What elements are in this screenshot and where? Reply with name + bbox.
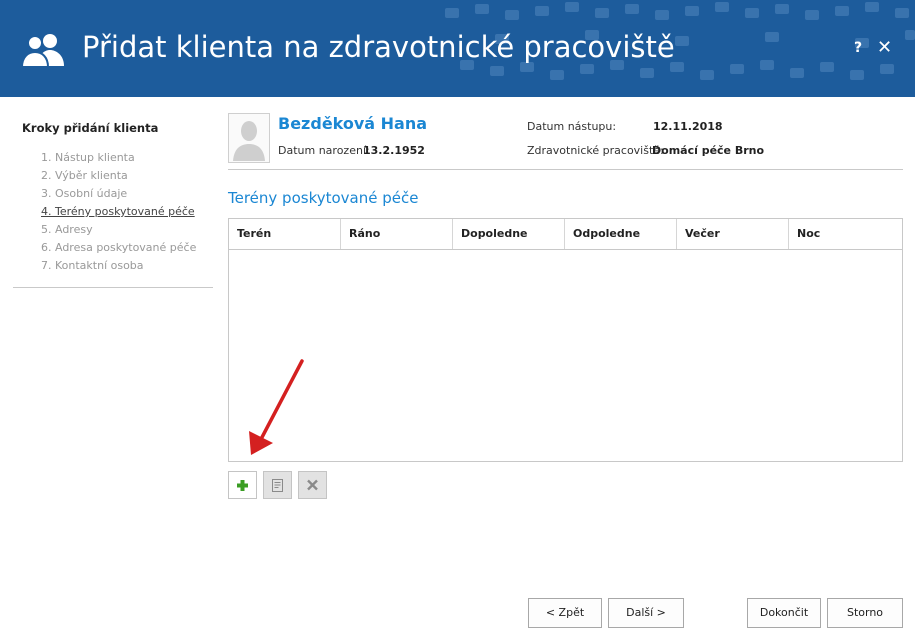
- step-item-3: 3. Osobní údaje: [41, 187, 128, 200]
- edit-row-button[interactable]: [263, 471, 292, 499]
- step-item-2: 2. Výběr klienta: [41, 169, 128, 182]
- column-header-odpoledne[interactable]: Odpoledne: [565, 219, 677, 249]
- help-icon[interactable]: ?: [854, 40, 862, 56]
- care-areas-grid[interactable]: Terén Ráno Dopoledne Odpoledne Večer Noc: [228, 218, 903, 462]
- column-header-vecer[interactable]: Večer: [677, 219, 789, 249]
- step-item-4: 4. Terény poskytované péče: [41, 205, 195, 218]
- delete-icon: [307, 479, 318, 491]
- column-header-rano[interactable]: Ráno: [341, 219, 453, 249]
- next-button[interactable]: Další >: [608, 598, 684, 628]
- window-title: Přidat klienta na zdravotnické pracovišt…: [82, 30, 675, 64]
- entry-date-label: Datum nástupu:: [527, 120, 617, 133]
- section-title: Terény poskytované péče: [228, 189, 419, 207]
- workplace-label: Zdravotnické pracoviště:: [527, 144, 664, 157]
- step-item-1: 1. Nástup klienta: [41, 151, 135, 164]
- annotation-arrow: [249, 359, 304, 455]
- grid-header: Terén Ráno Dopoledne Odpoledne Večer Noc: [229, 219, 902, 250]
- info-divider: [228, 169, 903, 170]
- finish-button[interactable]: Dokončit: [747, 598, 821, 628]
- entry-date-value: 12.11.2018: [653, 120, 723, 133]
- title-bar: Přidat klienta na zdravotnické pracovišt…: [0, 0, 915, 97]
- close-icon[interactable]: ✕: [877, 37, 892, 58]
- step-item-6: 6. Adresa poskytované péče: [41, 241, 197, 254]
- steps-list: 1. Nástup klienta 2. Výběr klienta 3. Os…: [41, 151, 196, 277]
- edit-icon: [272, 479, 283, 492]
- column-header-dopoledne[interactable]: Dopoledne: [453, 219, 565, 249]
- steps-title: Kroky přidání klienta: [22, 121, 159, 135]
- step-item-5: 5. Adresy: [41, 223, 93, 236]
- back-button[interactable]: < Zpět: [528, 598, 602, 628]
- workplace-value: Domácí péče Brno: [652, 144, 765, 157]
- delete-row-button[interactable]: [298, 471, 327, 499]
- person-placeholder-icon: [233, 121, 265, 161]
- plus-icon: [237, 480, 248, 491]
- step-item-7: 7. Kontaktní osoba: [41, 259, 144, 272]
- users-icon: [20, 34, 64, 68]
- avatar: [228, 113, 270, 163]
- add-row-button[interactable]: [228, 471, 257, 499]
- birth-date-label: Datum narození:: [278, 144, 370, 157]
- column-header-teren[interactable]: Terén: [229, 219, 341, 249]
- client-name: Bezděková Hana: [278, 114, 428, 133]
- column-header-noc[interactable]: Noc: [789, 219, 902, 249]
- steps-divider: [13, 287, 213, 288]
- cancel-button[interactable]: Storno: [827, 598, 903, 628]
- birth-date-value: 13.2.1952: [363, 144, 425, 157]
